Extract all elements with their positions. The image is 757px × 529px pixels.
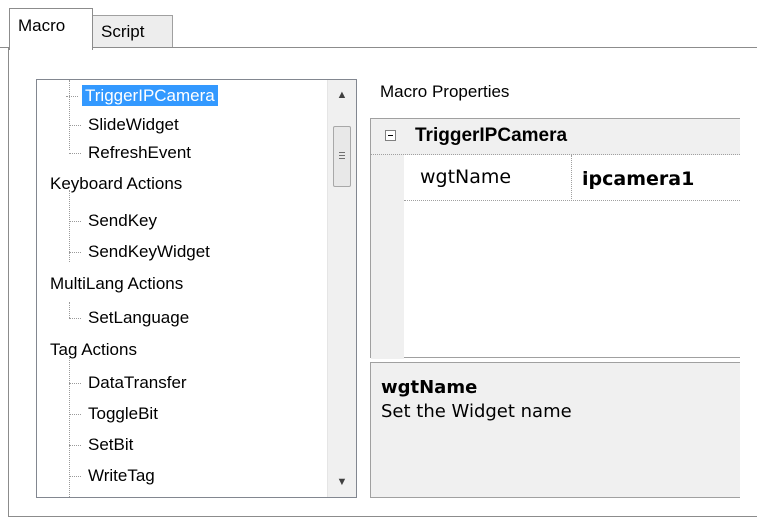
tree-item-label: ToggleBit (88, 404, 158, 423)
tree-scrollbar[interactable]: ▲ ▼ (327, 80, 356, 497)
tree-item-refreshevent[interactable]: RefreshEvent (69, 139, 194, 167)
tree-item-label: TriggerIPCamera (82, 85, 218, 106)
tree-connector-line (69, 358, 70, 497)
scroll-down-arrow-icon[interactable]: ▼ (328, 469, 356, 495)
tree-item-datatransfer[interactable]: DataTransfer (69, 369, 190, 397)
property-category[interactable]: TriggerIPCamera (371, 119, 740, 155)
tree-item-label: SetBit (88, 435, 134, 454)
scrollbar-thumb[interactable] (333, 126, 351, 187)
macro-tree[interactable]: TriggerIPCamera SlideWidget RefreshEvent… (36, 79, 357, 498)
collapse-minus-icon[interactable] (385, 130, 396, 141)
tree-items: TriggerIPCamera SlideWidget RefreshEvent… (37, 80, 327, 497)
tree-item-writetag[interactable]: WriteTag (69, 462, 158, 490)
tree-group-tag-actions[interactable]: Tag Actions (47, 336, 140, 364)
tab-script[interactable]: Script (93, 15, 173, 47)
tree-group-keyboard-actions[interactable]: Keyboard Actions (47, 170, 185, 198)
tree-item-sendkey[interactable]: SendKey (69, 207, 160, 235)
tree-group-multilang-actions[interactable]: MultiLang Actions (47, 270, 186, 298)
property-separator (571, 155, 572, 201)
property-description-panel: wgtName Set the Widget name (370, 362, 740, 498)
tree-connector-line (69, 302, 70, 318)
macro-properties-title: Macro Properties (380, 82, 510, 101)
scroll-up-arrow-icon[interactable]: ▲ (328, 82, 356, 108)
description-text: Set the Widget name (381, 401, 572, 422)
property-grid-margin (371, 155, 404, 359)
property-grid: TriggerIPCamera wgtName ipcamera1 (370, 118, 740, 359)
property-name: wgtName (420, 166, 512, 188)
tree-item-slidewidget[interactable]: SlideWidget (69, 111, 182, 139)
description-title: wgtName (381, 377, 478, 398)
tree-item-label: DataTransfer (88, 373, 187, 392)
tree-connector-line (69, 80, 70, 150)
tree-item-label: RefreshEvent (88, 143, 191, 162)
tree-item-label: WriteTag (88, 466, 155, 485)
tab-macro[interactable]: Macro (9, 8, 93, 50)
tree-item-setlanguage[interactable]: SetLanguage (69, 304, 192, 332)
tree-group-label: MultiLang Actions (50, 274, 184, 293)
tree-item-triggeripcamera[interactable]: TriggerIPCamera (66, 82, 218, 110)
category-label: TriggerIPCamera (415, 125, 568, 146)
property-row-wgtname[interactable]: wgtName ipcamera1 (404, 155, 740, 201)
tree-item-label: SendKey (88, 211, 157, 230)
tab-strip: Macro Script (0, 0, 757, 50)
tree-item-sendkeywidget[interactable]: SendKeyWidget (69, 238, 213, 266)
tree-item-togglebit[interactable]: ToggleBit (69, 400, 161, 428)
tree-item-label: SendKeyWidget (88, 242, 210, 261)
tree-group-label: Keyboard Actions (50, 174, 183, 193)
tree-item-label: SetLanguage (88, 308, 190, 327)
tree-group-label: Tag Actions (50, 340, 137, 359)
property-value[interactable]: ipcamera1 (582, 168, 694, 190)
tree-item-label: SlideWidget (88, 115, 179, 134)
tree-item-setbit[interactable]: SetBit (69, 431, 136, 459)
